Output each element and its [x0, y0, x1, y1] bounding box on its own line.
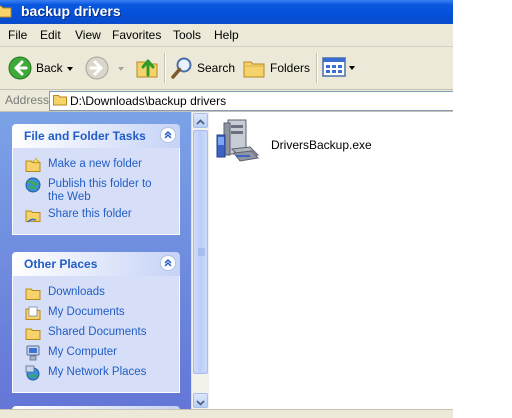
file-folder-tasks-body: Make a new folder Publish this folder to… [12, 148, 180, 235]
other-places-title: Other Places [24, 257, 98, 271]
new-folder-icon [25, 157, 41, 172]
file-item[interactable]: DriversBackup.exe [214, 117, 372, 171]
search-label: Search [197, 61, 236, 75]
toolbar-separator [316, 53, 318, 83]
views-dropdown-icon [349, 66, 355, 70]
network-places-icon [25, 365, 40, 381]
forward-dropdown-icon [118, 67, 124, 71]
search-button[interactable]: Search [170, 54, 236, 82]
toolbar: Back Search Folders [0, 47, 453, 90]
explorer-window: backup drivers File Edit View Favorites … [0, 0, 453, 418]
address-value: D:\Downloads\backup drivers [70, 94, 227, 108]
address-input[interactable]: D:\Downloads\backup drivers [49, 91, 453, 111]
back-dropdown-icon[interactable] [67, 67, 73, 71]
search-icon [171, 57, 192, 79]
scroll-thumb[interactable] [193, 130, 208, 374]
scroll-down-button[interactable] [193, 393, 208, 408]
back-arrow-icon [8, 56, 32, 80]
menu-favorites[interactable]: Favorites [112, 28, 161, 42]
window-title: backup drivers [21, 3, 121, 19]
forward-button[interactable] [85, 56, 125, 82]
file-folder-tasks-title: File and Folder Tasks [24, 129, 146, 143]
my-documents-icon [25, 306, 41, 320]
file-list: DriversBackup.exe [209, 112, 453, 409]
address-bar: Address D:\Downloads\backup drivers [0, 90, 453, 112]
other-places-body: Downloads My Documents Shared Documents [12, 276, 180, 393]
menu-help[interactable]: Help [214, 28, 239, 42]
installer-icon [216, 119, 260, 162]
task-pane: File and Folder Tasks Make a new folder [0, 112, 191, 418]
menu-file[interactable]: File [8, 28, 27, 42]
other-places-header[interactable]: Other Places [12, 252, 180, 276]
desktop-background [453, 0, 512, 418]
folder-up-icon [136, 59, 158, 78]
folder-icon [25, 288, 41, 300]
globe-icon [25, 177, 41, 193]
forward-arrow-icon [85, 56, 109, 80]
file-folder-tasks-header[interactable]: File and Folder Tasks [12, 124, 180, 148]
menu-bar: File Edit View Favorites Tools Help [0, 24, 453, 47]
up-button[interactable] [134, 54, 160, 82]
file-name: DriversBackup.exe [271, 138, 372, 152]
back-button[interactable]: Back [6, 54, 76, 82]
status-strip [0, 409, 453, 418]
folder-icon [53, 95, 67, 106]
title-bar[interactable]: backup drivers [0, 0, 453, 24]
my-computer-icon [26, 345, 40, 361]
folder-icon [0, 5, 12, 18]
folder-icon [25, 328, 41, 340]
folders-button[interactable]: Folders [242, 54, 310, 82]
folders-icon [243, 61, 265, 78]
chevron-up-icon [196, 119, 205, 125]
chevron-down-icon [196, 400, 205, 406]
menu-view[interactable]: View [75, 28, 101, 42]
grip-icon [198, 248, 205, 256]
menu-edit[interactable]: Edit [40, 28, 61, 42]
collapse-chevron-icon[interactable] [160, 127, 176, 143]
views-icon [322, 57, 346, 77]
address-label: Address [5, 93, 50, 107]
share-folder-icon [25, 210, 41, 223]
scroll-up-button[interactable] [193, 113, 208, 128]
collapse-chevron-icon[interactable] [160, 255, 176, 271]
vertical-scrollbar[interactable] [191, 112, 209, 409]
views-button[interactable] [322, 56, 358, 80]
toolbar-separator [164, 53, 166, 83]
menu-tools[interactable]: Tools [173, 28, 201, 42]
folders-label: Folders [270, 61, 311, 75]
back-label: Back [36, 61, 63, 75]
